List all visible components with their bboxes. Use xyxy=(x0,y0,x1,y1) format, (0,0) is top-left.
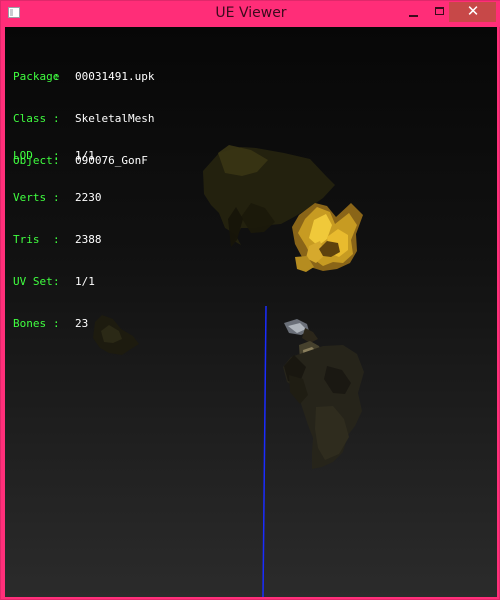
maximize-icon xyxy=(435,7,444,15)
axis-line xyxy=(262,305,267,597)
mesh-body xyxy=(283,319,364,469)
info-value: 23 xyxy=(75,317,89,330)
info-label: Tris xyxy=(13,233,40,246)
minimize-button[interactable] xyxy=(400,2,427,22)
minimize-icon xyxy=(409,15,418,17)
3d-viewport[interactable]: Package : 00031491.upk Class : SkeletalM… xyxy=(5,27,497,597)
info-value: 1/1 xyxy=(75,149,95,162)
info-label: Bones xyxy=(13,317,47,330)
info-separator: : xyxy=(53,317,60,330)
info-value: 2388 xyxy=(75,233,102,246)
info-separator: : xyxy=(53,149,60,162)
info-separator: : xyxy=(53,275,60,288)
info-label: UV Set xyxy=(13,275,53,288)
golden-flower xyxy=(292,203,363,272)
info-separator: : xyxy=(53,233,60,246)
info-label: Verts xyxy=(13,191,47,204)
stats-row-tris: Tris : 2388 xyxy=(13,233,133,247)
stats-row-verts: Verts : 2230 xyxy=(13,191,133,205)
info-separator: : xyxy=(53,191,60,204)
title-bar[interactable]: UE Viewer ✕ xyxy=(1,1,500,27)
info-row-package: Package : 00031491.upk xyxy=(13,70,183,84)
stats-row-bones: Bones : 23 xyxy=(13,317,133,331)
stats-row-lod: LOD : 1/1 xyxy=(13,149,133,163)
info-value: 00031491.upk xyxy=(75,70,155,83)
close-button[interactable]: ✕ xyxy=(449,2,496,22)
info-separator: : xyxy=(53,70,60,83)
info-label: LOD xyxy=(13,149,33,162)
close-icon: ✕ xyxy=(466,2,480,20)
stats-row-uvset: UV Set : 1/1 xyxy=(13,275,133,289)
info-value: 2230 xyxy=(75,191,102,204)
mesh-stats-panel: LOD : 1/1 Verts : 2230 Tris : 2388 UV Se… xyxy=(13,121,133,359)
app-window: UE Viewer ✕ Package: 00031491.upk Class… xyxy=(0,0,500,600)
info-value: 1/1 xyxy=(75,275,95,288)
